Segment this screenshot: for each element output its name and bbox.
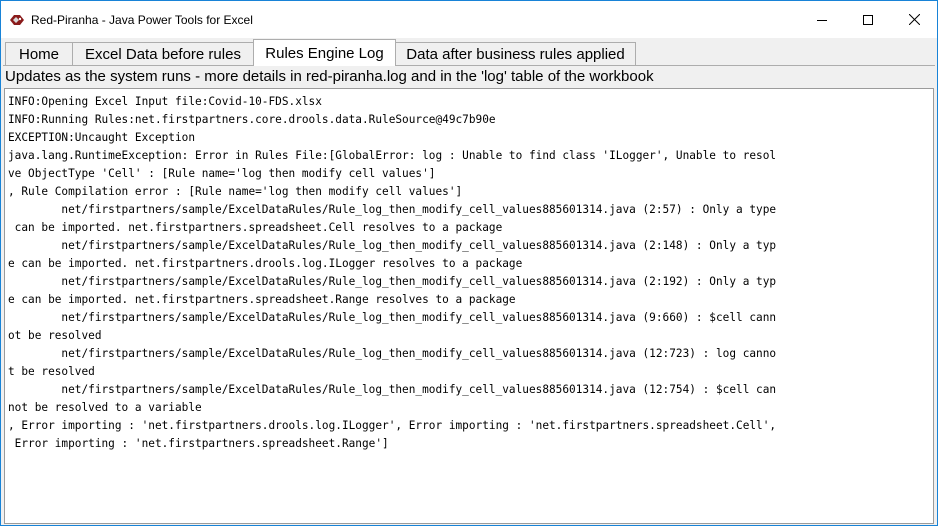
log-line: , Error importing : 'net.firstpartners.d… (8, 419, 777, 432)
tab-bar: Home Excel Data before rules Rules Engin… (5, 39, 636, 66)
tab-divider (3, 65, 935, 66)
minimize-button[interactable] (799, 1, 845, 38)
log-line: ot be resolved (8, 329, 102, 342)
window-controls (799, 1, 937, 38)
log-line: Error importing : 'net.firstpartners.spr… (8, 437, 389, 450)
log-line: java.lang.RuntimeException: Error in Rul… (8, 149, 777, 162)
tab-label: Rules Engine Log (265, 44, 384, 62)
red-piranha-app-icon[interactable] (9, 11, 25, 28)
tab-label: Data after business rules applied (406, 46, 625, 63)
log-line: not be resolved to a variable (8, 401, 202, 414)
maximize-button[interactable] (845, 1, 891, 38)
tab-label: Home (18, 46, 59, 63)
log-line: net/firstpartners/sample/ExcelDataRules/… (8, 239, 777, 252)
log-line: , Rule Compilation error : [Rule name='l… (8, 185, 463, 198)
tab-excel-data-before-rules[interactable]: Excel Data before rules (72, 42, 254, 66)
log-line: t be resolved (8, 365, 95, 378)
log-line: net/firstpartners/sample/ExcelDataRules/… (8, 203, 777, 216)
close-icon (908, 14, 920, 25)
log-content[interactable]: INFO:Opening Excel Input file:Covid-10-F… (5, 89, 933, 453)
log-line: e can be imported. net.firstpartners.spr… (8, 293, 516, 306)
log-line: net/firstpartners/sample/ExcelDataRules/… (8, 275, 777, 288)
log-text-area[interactable]: INFO:Opening Excel Input file:Covid-10-F… (4, 88, 934, 524)
close-button[interactable] (891, 1, 937, 38)
tab-rules-engine-log[interactable]: Rules Engine Log (253, 39, 396, 66)
tab-label: Excel Data before rules (85, 46, 241, 63)
log-line: INFO:Running Rules:net.firstpartners.cor… (8, 113, 496, 126)
log-line: ve ObjectType 'Cell' : [Rule name='log t… (8, 167, 436, 180)
log-line: net/firstpartners/sample/ExcelDataRules/… (8, 383, 777, 396)
title-bar[interactable]: Red-Piranha - Java Power Tools for Excel (1, 1, 937, 38)
status-info-text: Updates as the system runs - more detail… (5, 68, 654, 85)
minimize-icon (817, 19, 827, 21)
log-line: e can be imported. net.firstpartners.dro… (8, 257, 523, 270)
log-line: net/firstpartners/sample/ExcelDataRules/… (8, 311, 777, 324)
log-line: net/firstpartners/sample/ExcelDataRules/… (8, 347, 777, 360)
app-window: Red-Piranha - Java Power Tools for Excel (0, 0, 938, 526)
window-title: Red-Piranha - Java Power Tools for Excel (31, 12, 253, 27)
log-line: can be imported. net.firstpartners.sprea… (8, 221, 503, 234)
log-line: INFO:Opening Excel Input file:Covid-10-F… (8, 95, 322, 108)
maximize-icon (863, 14, 873, 25)
log-line: EXCEPTION:Uncaught Exception (8, 131, 196, 144)
tab-data-after-business-rules[interactable]: Data after business rules applied (395, 42, 636, 66)
tab-home[interactable]: Home (5, 42, 73, 66)
